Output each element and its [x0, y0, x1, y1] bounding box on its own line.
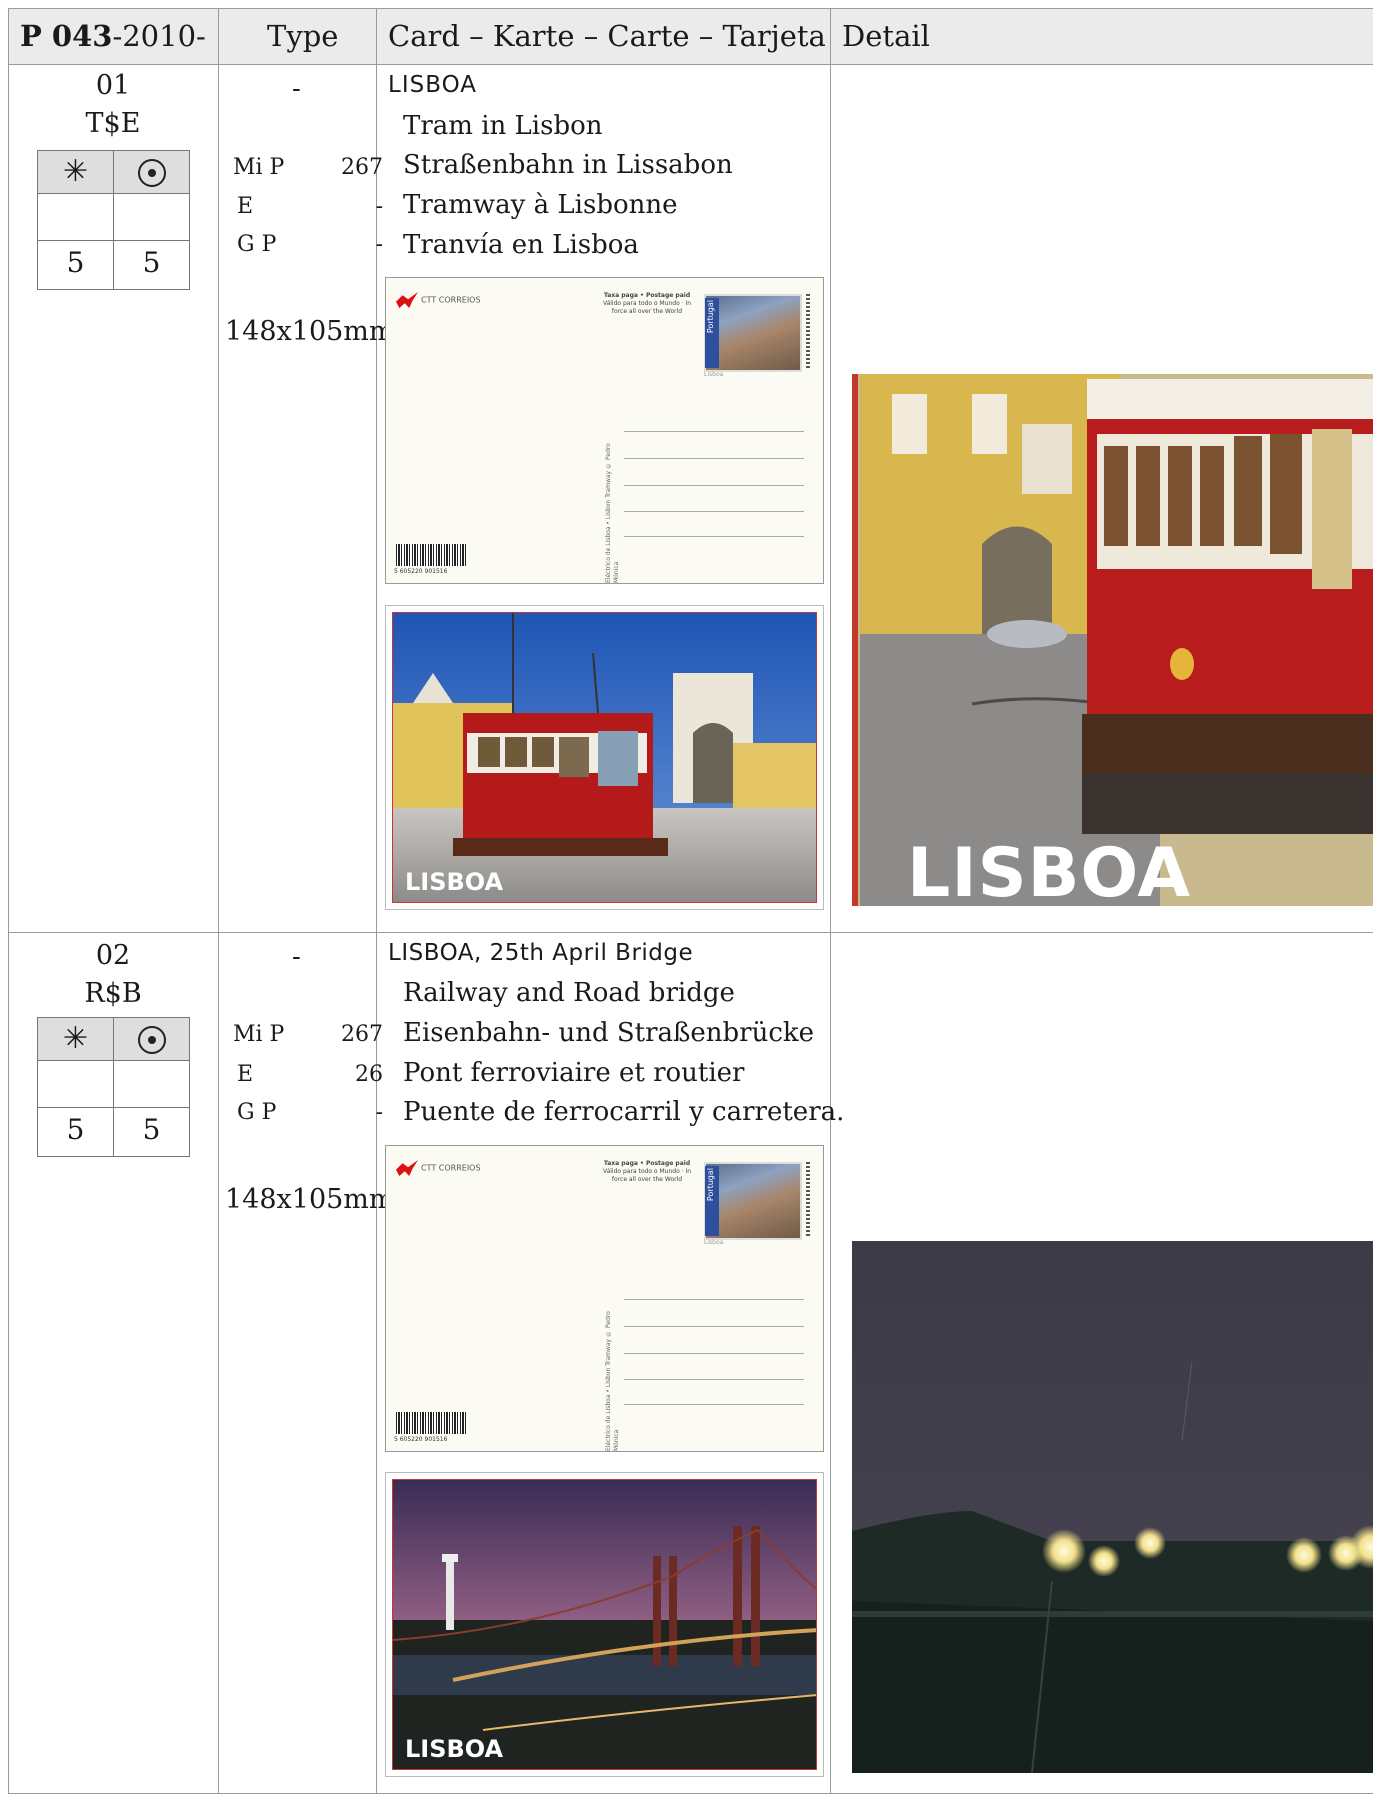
catalog-ref: E- [237, 194, 383, 219]
ctt-logo: CTT CORREIOS [396, 1160, 481, 1176]
description-fr: Tramway à Lisbonne [403, 190, 678, 220]
used-value: 5 [142, 1113, 161, 1146]
stamp-perforation [806, 294, 810, 368]
card-title: LISBOA [388, 72, 478, 98]
description-de: Eisenbahn- und Straßenbrücke [403, 1018, 815, 1048]
description-en: Railway and Road bridge [403, 978, 735, 1008]
address-line [624, 1353, 804, 1354]
value-table: ✳ 5 5 [37, 150, 190, 290]
column-divider [376, 8, 377, 1794]
ctt-logo: CTT CORREIOS [396, 292, 481, 308]
value-table: ✳ 5 5 [37, 1017, 190, 1157]
table-border-left [8, 8, 9, 1794]
table-border-top [8, 8, 1373, 9]
postage-text: Taxa paga • Postage paid Válido para todo… [602, 292, 692, 315]
tram-photo: LISBOA [392, 612, 817, 903]
card-title: LISBOA, 25th April Bridge [388, 940, 694, 966]
type-value: - [292, 74, 301, 104]
row-number: 01 [95, 70, 131, 101]
address-line [624, 485, 804, 486]
credit-text: Eléctrico de Lisboa • Lisbon Tramway © P… [605, 443, 620, 583]
header-divider [8, 64, 1373, 65]
stamp-caption: Lisboa [704, 1239, 724, 1246]
catalog-ref: Mi P 267 [233, 155, 383, 180]
address-line [624, 1379, 804, 1380]
catalog-ref: E 26 [237, 1062, 383, 1087]
detail-image-bridge [852, 1241, 1373, 1773]
row-code: T$E [85, 108, 141, 139]
catalog-number-header: P 043-2010- [20, 19, 206, 53]
type-column-header: Type [267, 19, 339, 53]
mint-value: 5 [66, 246, 85, 279]
stamp-perforation [806, 1162, 810, 1236]
row-code: R$B [84, 978, 142, 1009]
detail-label: LISBOA [907, 834, 1192, 906]
asterisk-icon: ✳ [62, 154, 89, 189]
barcode [396, 544, 466, 566]
postage-text: Taxa paga • Postage paid Válido para todo… [602, 1160, 692, 1183]
table-border-bottom [8, 1793, 1373, 1794]
type-value: - [292, 942, 301, 972]
address-line [624, 536, 804, 537]
description-de: Straßenbahn in Lissabon [403, 150, 733, 180]
stamp-caption: Lisboa [704, 371, 724, 378]
imprinted-stamp: Portugal [704, 294, 802, 372]
description-fr: Pont ferroviaire et routier [403, 1058, 745, 1088]
card-size: 148x105mm [225, 1184, 395, 1215]
address-line [624, 1404, 804, 1405]
postcard-picture-side: LISBOA [385, 1472, 824, 1777]
description-es: Puente de ferrocarril y carretera. [403, 1097, 845, 1127]
credit-text: Eléctrico de Lisboa • Lisbon Tramway © P… [605, 1311, 620, 1451]
asterisk-icon: ✳ [62, 1021, 89, 1056]
catalog-ref: G P- [237, 1100, 383, 1125]
imprinted-stamp: Portugal [704, 1162, 802, 1240]
row-number: 02 [95, 940, 131, 971]
picture-label: LISBOA [405, 868, 504, 896]
address-line [624, 1326, 804, 1327]
postcard-front: CTT CORREIOS Taxa paga • Postage paid Vál… [385, 1145, 824, 1452]
address-line [624, 431, 804, 432]
description-en: Tram in Lisbon [403, 111, 603, 141]
barcode-number: 5 605220 901516 [394, 1436, 448, 1443]
column-divider [830, 8, 831, 1794]
column-divider [218, 8, 219, 1794]
description-es: Tranvía en Lisboa [403, 230, 639, 260]
bridge-photo: LISBOA [392, 1479, 817, 1770]
detail-column-header: Detail [842, 19, 930, 53]
barcode-number: 5 605220 901516 [394, 568, 448, 575]
used-value: 5 [142, 246, 161, 279]
circled-dot-icon [137, 1026, 166, 1054]
barcode [396, 1412, 466, 1434]
postcard-front: CTT CORREIOS Taxa paga • Postage paid Vál… [385, 277, 824, 584]
row-divider [8, 932, 1373, 933]
catalog-ref: Mi P 267 [233, 1022, 383, 1047]
circled-dot-icon [137, 159, 166, 187]
address-line [624, 1299, 804, 1300]
picture-label: LISBOA [405, 1735, 504, 1763]
address-line [624, 511, 804, 512]
card-size: 148x105mm [225, 316, 395, 347]
detail-image-tram: LISBOA [852, 374, 1373, 906]
mint-value: 5 [66, 1113, 85, 1146]
card-column-header: Card – Karte – Carte – Tarjeta [388, 19, 826, 53]
postcard-picture-side: LISBOA [385, 605, 824, 910]
catalog-ref: G P- [237, 232, 383, 257]
address-line [624, 458, 804, 459]
